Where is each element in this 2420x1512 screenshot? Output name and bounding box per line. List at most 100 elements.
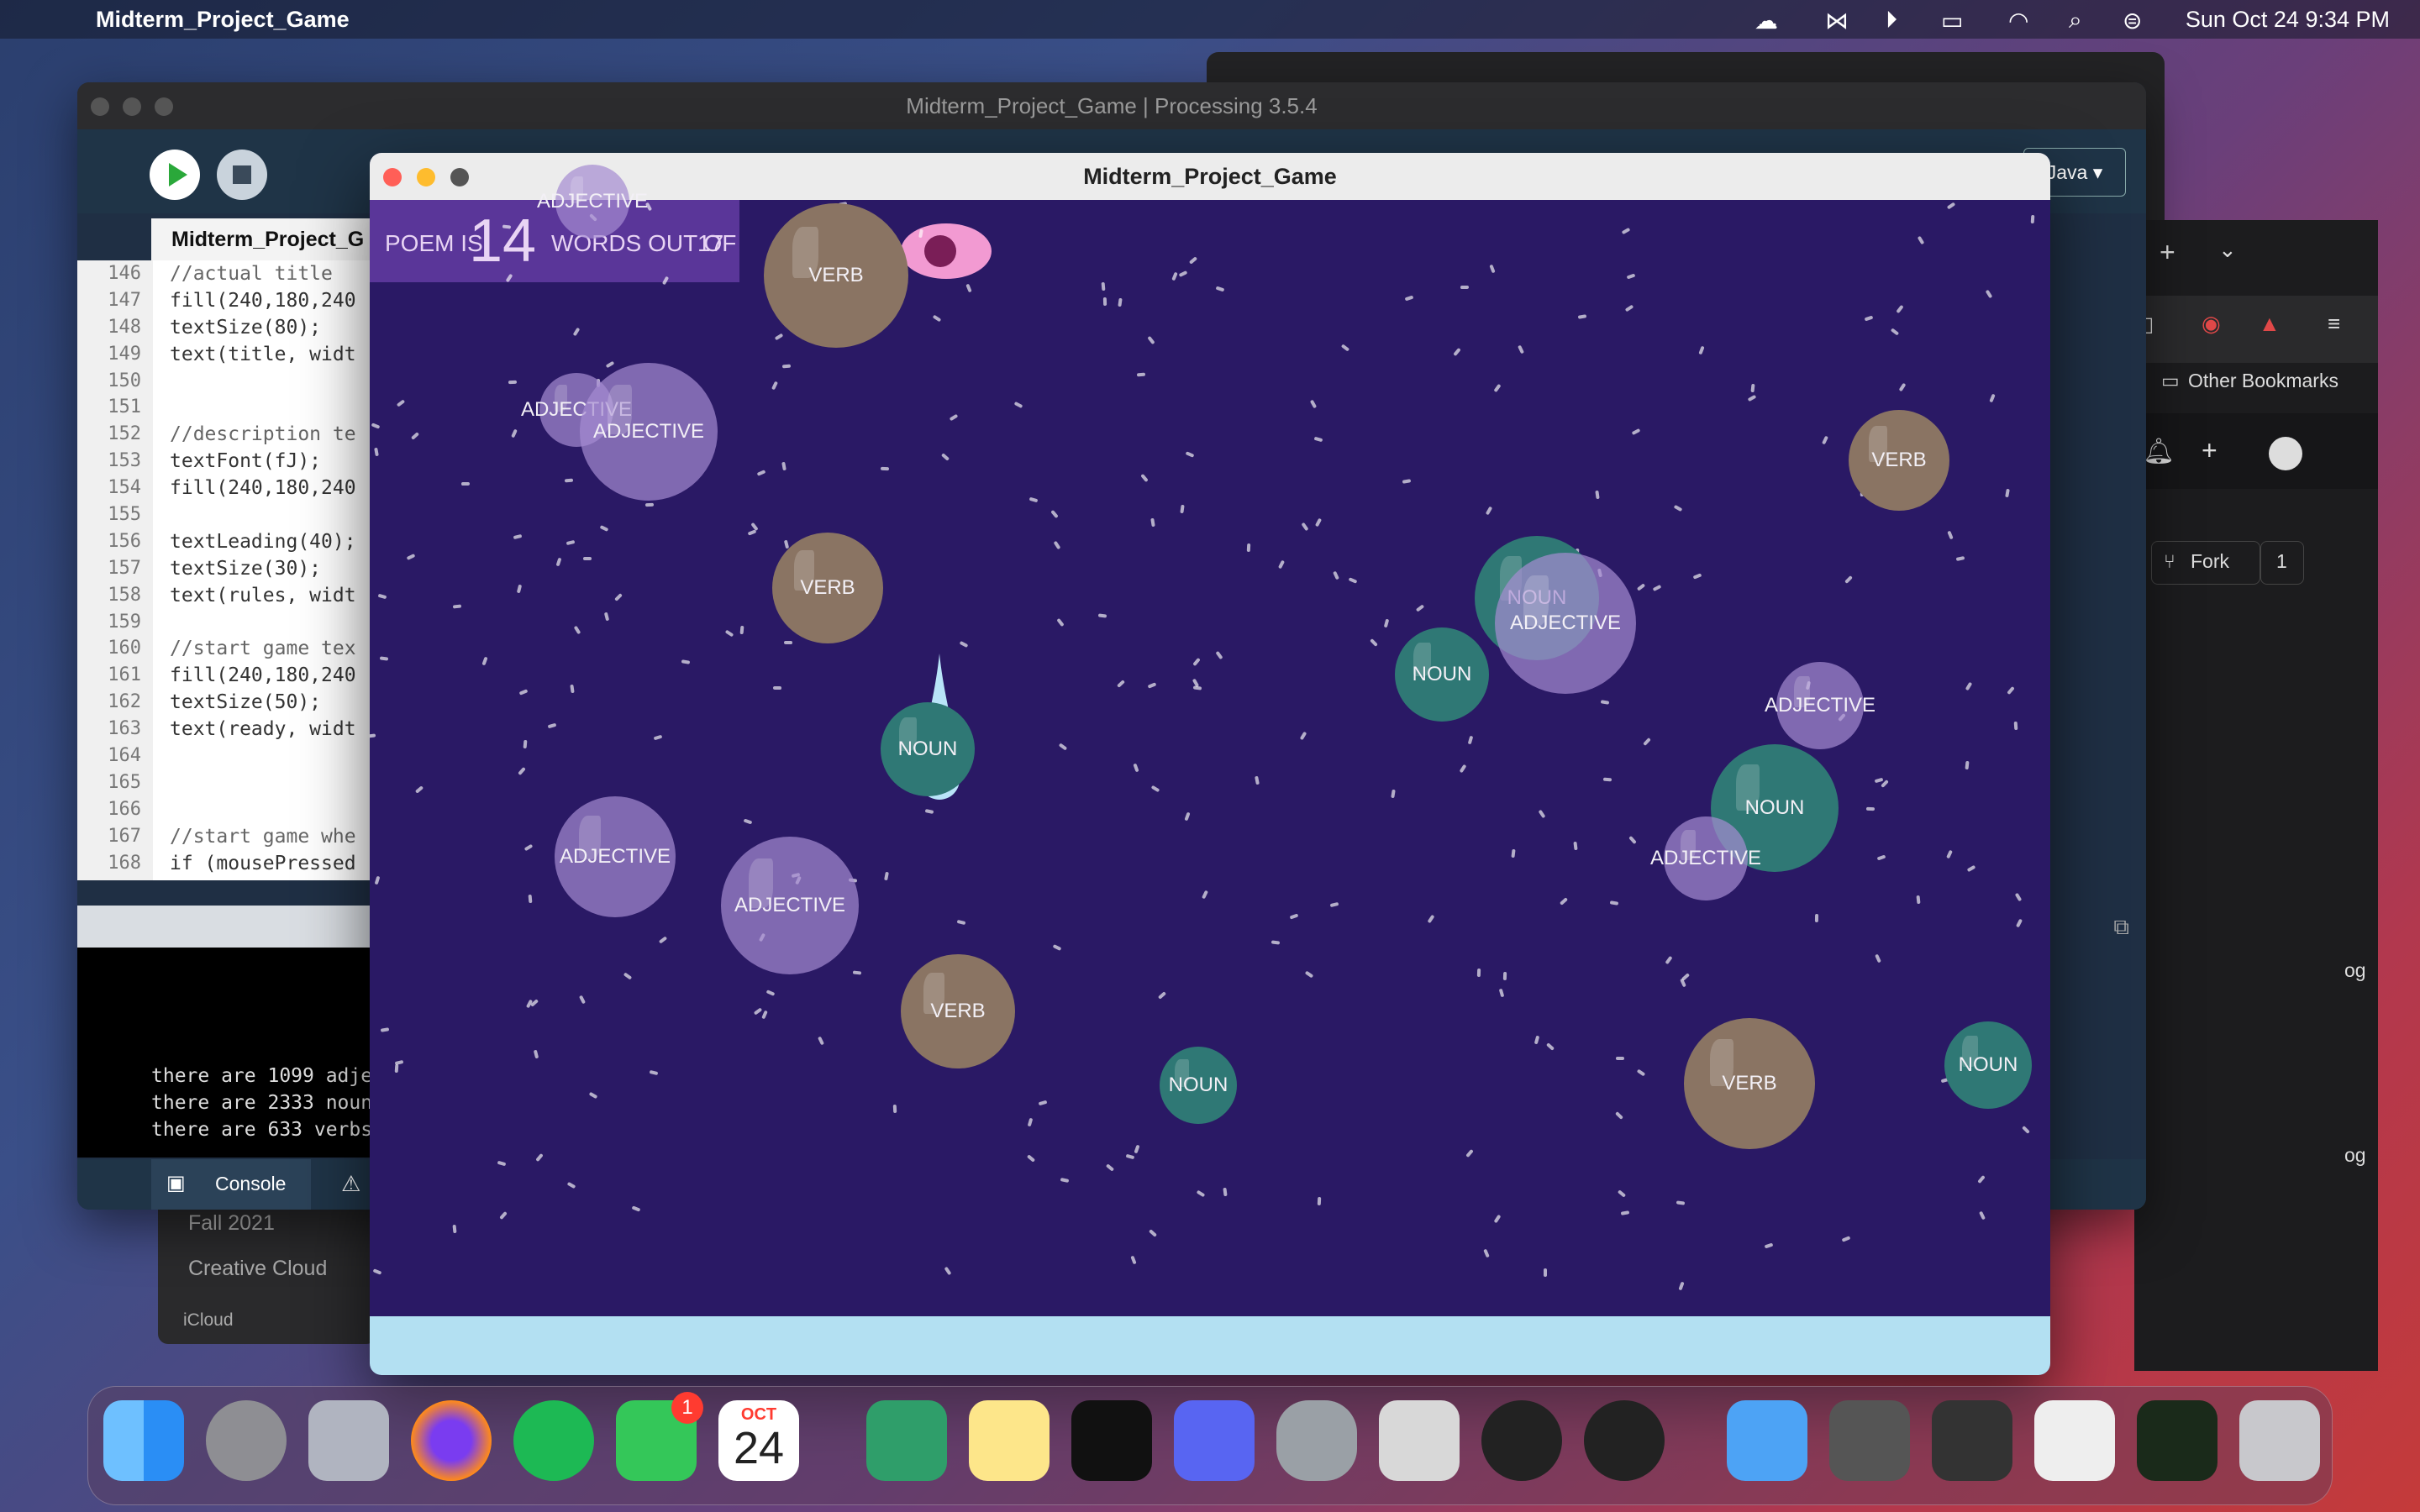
stop-button[interactable]	[217, 150, 267, 200]
sparkle	[1636, 1068, 1646, 1077]
code-line[interactable]: //start game whe	[170, 823, 356, 850]
sparkle	[370, 733, 376, 738]
window-thumbnail[interactable]	[1932, 1400, 2012, 1481]
other-bookmarks[interactable]: Other Bookmarks	[2188, 370, 2338, 392]
code-line[interactable]	[170, 394, 356, 421]
code-line[interactable]: if (mousePressed	[170, 850, 356, 877]
play-circle-icon[interactable]: ⏵	[1886, 7, 1897, 34]
wifi-icon[interactable]: ◠	[2008, 7, 2028, 34]
notes-icon[interactable]	[969, 1400, 1050, 1481]
word-bubble-adjective[interactable]: ADJECTIVE	[1650, 816, 1761, 900]
system-preferences-icon[interactable]	[206, 1400, 287, 1481]
finder-icon[interactable]	[103, 1400, 184, 1481]
fork-button[interactable]: ⑂ Fork	[2151, 541, 2260, 585]
calendar-icon[interactable]: OCT 24	[718, 1400, 799, 1481]
atom-icon[interactable]	[866, 1400, 947, 1481]
code-line[interactable]: textSize(30);	[170, 555, 356, 582]
code-line[interactable]: fill(240,180,240	[170, 287, 356, 314]
code-line[interactable]: //description te	[170, 421, 356, 448]
code-text[interactable]: //actual title fill(240,180,240 textSize(8…	[170, 260, 356, 876]
creative-cloud-icon[interactable]: ☁	[1754, 7, 1778, 34]
chevron-down-icon[interactable]: ⌄	[2218, 237, 2237, 263]
plus-icon[interactable]: +	[2202, 435, 2217, 466]
code-line[interactable]	[170, 609, 356, 636]
code-line[interactable]: textLeading(40);	[170, 528, 356, 555]
word-bubble-verb[interactable]: VERB	[764, 203, 908, 348]
copy-icon[interactable]: ⧉	[2113, 914, 2129, 941]
word-bubble-adjective[interactable]: ADJECTIVE	[537, 165, 648, 239]
bell-icon[interactable]: 🔔︎	[2143, 437, 2175, 466]
menubar-clock[interactable]: Sun Oct 24 9:34 PM	[2186, 7, 2390, 33]
word-bubble-verb[interactable]: VERB	[901, 954, 1015, 1068]
messages-icon[interactable]: 1	[616, 1392, 703, 1481]
menubar-app-name[interactable]: Midterm_Project_Game	[96, 7, 350, 33]
control-center-icon[interactable]: ⊜	[2123, 7, 2142, 34]
calendar-day: 24	[733, 1423, 785, 1473]
code-line[interactable]: //actual title	[170, 260, 356, 287]
sparkle	[1299, 731, 1307, 741]
word-bubble-noun[interactable]: NOUN	[881, 702, 975, 796]
word-bubble-adjective[interactable]: ADJECTIVE	[555, 796, 676, 917]
word-bubble-verb[interactable]: VERB	[1849, 410, 1949, 511]
tab-console[interactable]: ▣ Console	[151, 1159, 311, 1210]
database-icon[interactable]	[1276, 1400, 1357, 1481]
word-bubble-verb[interactable]: VERB	[772, 533, 883, 643]
folder-item[interactable]: Fall 2021	[188, 1211, 275, 1236]
word-bubble-adjective[interactable]: ADJECTIVE	[1765, 662, 1876, 749]
butterfly-icon[interactable]: ⋈	[1825, 7, 1849, 34]
fontlab-icon[interactable]	[1071, 1400, 1152, 1481]
code-line[interactable]	[170, 368, 356, 395]
code-line[interactable]: text(rules, widt	[170, 582, 356, 609]
menu-icon[interactable]: ≡	[2328, 311, 2340, 337]
code-line[interactable]: //start game tex	[170, 635, 356, 662]
spotify-icon[interactable]	[513, 1400, 594, 1481]
zoom-icon[interactable]	[155, 97, 173, 116]
run-button[interactable]	[150, 150, 200, 200]
code-line[interactable]: text(ready, widt	[170, 716, 356, 743]
code-line[interactable]	[170, 796, 356, 823]
adobe-icon[interactable]: ▲	[2259, 311, 2281, 337]
word-bubble-adjective[interactable]: ADJECTIVE	[580, 363, 718, 501]
close-icon[interactable]	[91, 97, 109, 116]
code-line[interactable]: fill(240,180,240	[170, 475, 356, 501]
word-bubble-noun[interactable]: NOUN	[1395, 627, 1489, 722]
warning-icon[interactable]: ⚠	[341, 1171, 360, 1197]
launchpad-icon[interactable]	[308, 1400, 389, 1481]
window-thumbnail[interactable]	[2034, 1400, 2115, 1481]
folder-item[interactable]: Creative Cloud	[188, 1257, 327, 1281]
zoom-icon[interactable]	[450, 168, 469, 186]
new-tab-icon[interactable]: +	[2160, 237, 2175, 268]
record-icon[interactable]: ◉	[2202, 311, 2221, 337]
close-icon[interactable]	[383, 168, 402, 186]
avatar[interactable]	[2269, 437, 2302, 470]
downloads-folder-icon[interactable]	[1727, 1400, 1807, 1481]
minimize-icon[interactable]	[123, 97, 141, 116]
window-thumbnail[interactable]	[2137, 1400, 2217, 1481]
processing-icon[interactable]	[1481, 1400, 1562, 1481]
battery-icon[interactable]: ▭	[1941, 7, 1963, 34]
word-bubble-verb[interactable]: VERB	[1684, 1018, 1815, 1149]
word-bubble-adjective[interactable]: ADJECTIVE	[1495, 553, 1636, 694]
trash-icon[interactable]	[2239, 1400, 2320, 1481]
code-line[interactable]	[170, 743, 356, 769]
firefox-icon[interactable]	[411, 1400, 492, 1481]
discord-icon[interactable]	[1174, 1400, 1255, 1481]
window-thumbnail[interactable]	[1829, 1400, 1910, 1481]
code-line[interactable]: textSize(80);	[170, 314, 356, 341]
code-line[interactable]: text(title, widt	[170, 341, 356, 368]
minimize-icon[interactable]	[417, 168, 435, 186]
font-book-icon[interactable]	[1379, 1400, 1460, 1481]
code-line[interactable]	[170, 769, 356, 796]
code-editor[interactable]: 146 147 148 149 150 151 152 153 154 155 156 157 158 1…	[77, 260, 413, 880]
code-line[interactable]: textFont(fJ);	[170, 448, 356, 475]
search-icon[interactable]: ⌕	[2069, 7, 2082, 34]
line-number: 149	[108, 343, 141, 365]
code-line[interactable]	[170, 501, 356, 528]
game-canvas[interactable]: POEM IS 14 WORDS OUT OF 17 ADJECTIVE ADJE…	[370, 165, 2050, 1316]
word-bubble-noun[interactable]: NOUN	[1160, 1047, 1237, 1124]
code-line[interactable]: textSize(50);	[170, 689, 356, 716]
code-line[interactable]: fill(240,180,240	[170, 662, 356, 689]
word-bubble-noun[interactable]: NOUN	[1944, 1021, 2032, 1109]
player-icon[interactable]	[1584, 1400, 1665, 1481]
word-bubble-adjective[interactable]: ADJECTIVE	[721, 837, 859, 974]
